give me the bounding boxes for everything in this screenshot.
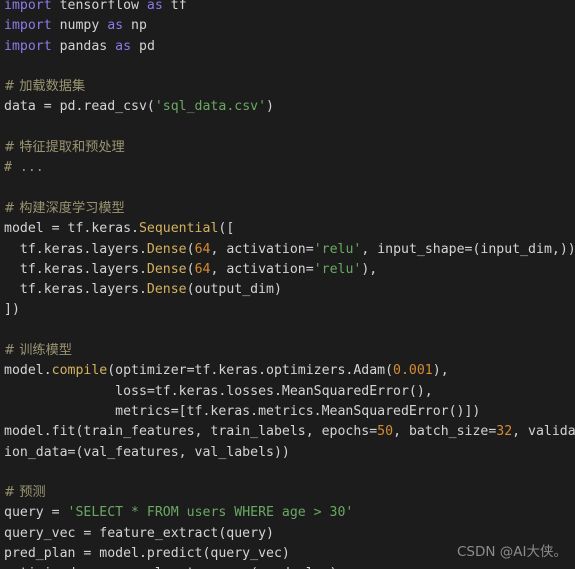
code-token: ([ xyxy=(218,221,235,237)
code-line: # 预测 xyxy=(4,483,575,503)
code-token: # 构建深度学习模型 xyxy=(4,200,125,216)
code-token: Dense xyxy=(146,241,187,257)
code-token: , input_shape=(input_dim,)), xyxy=(361,241,575,257)
code-token: (optimizer=tf.keras.optimizers.Adam( xyxy=(107,363,394,379)
code-token: data = pd.read_csv( xyxy=(4,99,155,115)
code-line: ]) xyxy=(4,300,575,320)
code-token: import xyxy=(4,0,52,13)
code-line: # 特征提取和预处理 xyxy=(4,138,575,158)
code-token: # 加载数据集 xyxy=(4,79,86,95)
code-token: query = xyxy=(4,505,68,521)
code-token: Dense xyxy=(146,261,187,277)
code-token: as xyxy=(146,0,163,13)
code-token: tensorflow xyxy=(51,0,147,13)
code-token: metrics=[tf.keras.metrics.MeanSquaredErr… xyxy=(4,403,481,419)
code-token: 'relu' xyxy=(313,241,362,257)
code-line: pred_plan = model.predict(query_vec) xyxy=(4,544,575,564)
code-token: 'SELECT * FROM users WHERE age > 30' xyxy=(67,505,354,521)
code-token: 32 xyxy=(496,424,513,440)
code-token: tf.keras.layers. xyxy=(4,261,147,277)
code-line: tf.keras.layers.Dense(64, activation='re… xyxy=(4,260,575,280)
code-token: ( xyxy=(186,261,195,277)
code-line: ion_data=(val_features, val_labels)) xyxy=(4,443,575,463)
code-token: tf xyxy=(162,0,187,13)
code-token: tf.keras.layers. xyxy=(4,241,147,257)
code-token: compile xyxy=(51,363,108,379)
code-token: 64 xyxy=(194,241,211,257)
code-line: # 加载数据集 xyxy=(4,77,575,97)
code-line: import numpy as np xyxy=(4,16,575,36)
code-token: 'sql_data.csv' xyxy=(154,99,267,115)
code-token: # 预测 xyxy=(4,485,46,501)
code-token: ), xyxy=(432,363,449,379)
code-token: Sequential xyxy=(138,221,219,237)
code-token: 50 xyxy=(377,424,394,440)
code-line: query_vec = feature_extract(query) xyxy=(4,524,575,544)
code-line: tf.keras.layers.Dense(output_dim) xyxy=(4,280,575,300)
code-token: as xyxy=(115,38,132,54)
code-line: optimized_query = plan_to_query(pred_pla… xyxy=(4,564,575,569)
code-line: import pandas as pd xyxy=(4,37,575,57)
code-line: import tensorflow as tf xyxy=(4,0,575,16)
code-line: # 构建深度学习模型 xyxy=(4,199,575,219)
code-token: # ... xyxy=(4,160,44,176)
code-token: Dense xyxy=(146,282,187,298)
code-line: query = 'SELECT * FROM users WHERE age >… xyxy=(4,503,575,523)
code-token: pd xyxy=(131,38,155,54)
code-block[interactable]: import tensorflow as tf import numpy as n… xyxy=(0,0,575,569)
code-token: 'relu' xyxy=(313,261,362,277)
code-token: 64 xyxy=(194,261,211,277)
code-token: # 训练模型 xyxy=(4,343,72,359)
code-token: , activation= xyxy=(210,261,314,277)
code-token: ]) xyxy=(4,302,20,318)
code-token: ion_data=(val_features, val_labels)) xyxy=(4,444,290,460)
code-token: (output_dim) xyxy=(186,282,282,298)
code-token: pandas xyxy=(51,38,116,54)
code-line: tf.keras.layers.Dense(64, activation='re… xyxy=(4,240,575,260)
code-token: 0.001 xyxy=(393,363,433,379)
code-token: , batch_size= xyxy=(393,424,497,440)
code-line: metrics=[tf.keras.metrics.MeanSquaredErr… xyxy=(4,402,575,422)
code-token: as xyxy=(107,18,124,34)
code-token: pred_plan = model.predict(query_vec) xyxy=(4,546,290,562)
code-line: model.compile(optimizer=tf.keras.optimiz… xyxy=(4,361,575,381)
code-lines: import tensorflow as tf import numpy as n… xyxy=(4,0,575,569)
code-token: np xyxy=(123,18,147,34)
code-token: , validat xyxy=(512,424,575,440)
code-token: ( xyxy=(186,241,195,257)
code-token: query_vec = feature_extract(query) xyxy=(4,525,274,541)
code-token: loss=tf.keras.losses.MeanSquaredError(), xyxy=(4,383,433,399)
code-token: import xyxy=(4,38,52,54)
code-line: model = tf.keras.Sequential([ xyxy=(4,219,575,239)
code-token: , activation= xyxy=(210,241,314,257)
code-token: ), xyxy=(361,261,378,277)
code-token: import xyxy=(4,18,52,34)
code-line: # 训练模型 xyxy=(4,341,575,361)
code-line: # ... xyxy=(4,158,575,178)
code-line: data = pd.read_csv('sql_data.csv') xyxy=(4,97,575,117)
code-token: model = tf.keras. xyxy=(4,221,139,237)
code-token: numpy xyxy=(51,18,108,34)
code-token: # 特征提取和预处理 xyxy=(4,140,125,156)
code-line: model.fit(train_features, train_labels, … xyxy=(4,422,575,442)
code-token: ) xyxy=(266,99,274,115)
code-token: model. xyxy=(4,363,52,379)
code-token: model.fit(train_features, train_labels, … xyxy=(4,424,378,440)
code-token: tf.keras.layers. xyxy=(4,282,147,298)
code-line: loss=tf.keras.losses.MeanSquaredError(), xyxy=(4,382,575,402)
